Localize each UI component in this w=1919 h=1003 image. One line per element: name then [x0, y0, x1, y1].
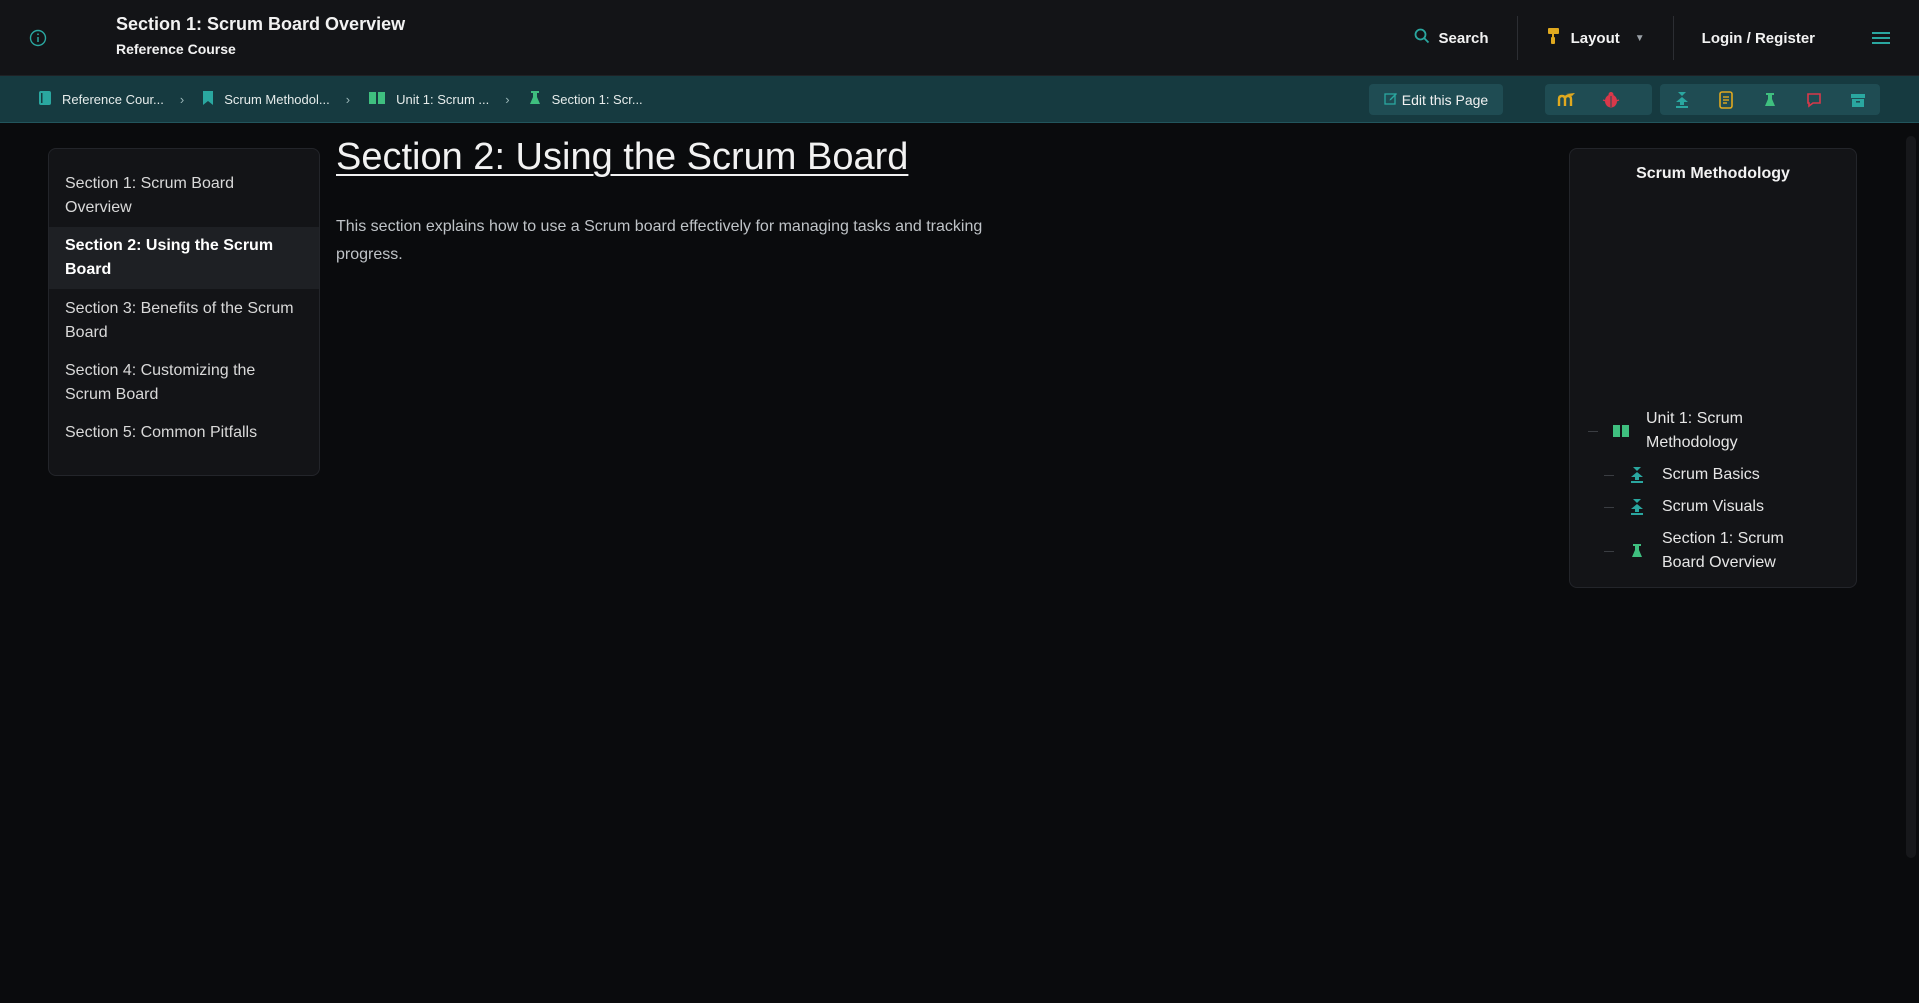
breadcrumb-item-course[interactable]: Reference Cour... — [38, 90, 164, 109]
nav-item-section-5[interactable]: Section 5: Common Pitfalls — [49, 418, 319, 448]
book-icon — [38, 90, 52, 109]
breadcrumb-item-section[interactable]: Section 1: Scr... — [528, 90, 643, 109]
nav-item-section-1[interactable]: Section 1: Scrum Board Overview — [49, 169, 319, 223]
edit-page-button[interactable]: Edit this Page — [1369, 84, 1503, 115]
breadcrumb-item-unit[interactable]: Unit 1: Scrum ... — [368, 91, 489, 108]
tree-item-scrum-visuals[interactable]: Scrum Visuals — [1588, 495, 1848, 519]
section-heading[interactable]: Section 2: Using the Scrum Board — [336, 136, 908, 179]
edit-page-label: Edit this Page — [1401, 91, 1489, 108]
open-book-icon — [1610, 420, 1632, 442]
breadcrumb-label: Unit 1: Scrum ... — [396, 92, 490, 107]
search-icon — [1414, 28, 1430, 48]
nav-item-section-2[interactable]: Section 2: Using the Scrum Board — [49, 227, 319, 289]
nav-item-section-4[interactable]: Section 4: Customizing the Scrum Board — [49, 356, 319, 410]
open-book-icon — [368, 91, 386, 108]
top-actions: Search Layout ▼ Login / Register — [1386, 0, 1919, 76]
panel-title: Scrum Methodology — [1636, 165, 1790, 182]
layout-dropdown[interactable]: Layout ▼ — [1518, 16, 1673, 60]
paint-roller-icon — [1546, 27, 1562, 49]
login-label: Login / Register — [1701, 29, 1815, 47]
tree-item-section-1[interactable]: Section 1: Scrum Board Overview — [1588, 527, 1848, 575]
tree-connector — [1588, 430, 1598, 432]
login-register-link[interactable]: Login / Register — [1674, 16, 1843, 60]
tree-connector — [1604, 506, 1614, 508]
tree-label: Section 1: Scrum Board Overview — [1662, 530, 1784, 571]
breadcrumb-bar: Reference Cour... › Scrum Methodol... › … — [0, 76, 1919, 123]
breadcrumb-label: Reference Cour... — [62, 92, 164, 107]
chevron-right-icon: › — [179, 92, 185, 107]
message-icon[interactable] — [1792, 84, 1836, 115]
archive-icon[interactable] — [1836, 84, 1880, 115]
download-icon — [1626, 496, 1648, 518]
tree-label: Unit 1: Scrum Methodology — [1646, 410, 1743, 451]
info-icon[interactable] — [26, 26, 50, 50]
bug-icon[interactable] — [1589, 84, 1633, 115]
external-links-group — [1545, 84, 1652, 115]
flask-icon — [528, 90, 542, 109]
tree-item-unit[interactable]: Unit 1: Scrum Methodology — [1588, 407, 1848, 455]
breadcrumb-item-methodology[interactable]: Scrum Methodol... — [202, 90, 330, 109]
breadcrumb-label: Section 1: Scr... — [551, 92, 643, 107]
download-icon[interactable] — [1660, 84, 1704, 115]
edit-icon — [1384, 91, 1398, 108]
hamburger-menu-icon[interactable] — [1843, 0, 1919, 76]
moodle-icon[interactable] — [1545, 84, 1589, 115]
top-header: Section 1: Scrum Board Overview Referenc… — [0, 0, 1919, 76]
chevron-right-icon: › — [345, 92, 351, 107]
flask-icon — [1626, 540, 1648, 562]
resource-filters-group — [1660, 84, 1880, 115]
tree-label: Scrum Basics — [1662, 466, 1760, 483]
search-label: Search — [1438, 29, 1489, 47]
tree-label: Scrum Visuals — [1662, 498, 1764, 515]
download-icon — [1626, 464, 1648, 486]
notes-icon[interactable] — [1704, 84, 1748, 115]
bookmark-icon — [202, 90, 214, 109]
breadcrumb: Reference Cour... › Scrum Methodol... › … — [38, 76, 643, 123]
flask-icon[interactable] — [1748, 84, 1792, 115]
section-nav: Section 1: Scrum Board Overview Section … — [48, 148, 320, 476]
layout-label: Layout — [1570, 29, 1620, 47]
search-button[interactable]: Search — [1386, 16, 1517, 60]
tree-connector — [1604, 550, 1614, 552]
nav-item-section-3[interactable]: Section 3: Benefits of the Scrum Board — [49, 294, 319, 348]
outline-tree: Unit 1: Scrum Methodology Scrum Basics S… — [1588, 407, 1848, 583]
tree-connector — [1604, 474, 1614, 476]
course-outline-panel: Scrum Methodology Unit 1: Scrum Methodol… — [1569, 148, 1857, 588]
section-body: This section explains how to use a Scrum… — [336, 218, 983, 263]
course-name[interactable]: Reference Course — [116, 41, 405, 57]
chevron-right-icon: › — [505, 92, 510, 107]
title-block: Section 1: Scrum Board Overview Referenc… — [116, 14, 405, 57]
breadcrumb-label: Scrum Methodol... — [224, 92, 330, 107]
page-title: Section 1: Scrum Board Overview — [116, 14, 406, 34]
chevron-down-icon: ▼ — [1634, 32, 1645, 44]
page-scrollbar[interactable] — [1906, 136, 1916, 858]
tree-item-scrum-basics[interactable]: Scrum Basics — [1588, 463, 1848, 487]
